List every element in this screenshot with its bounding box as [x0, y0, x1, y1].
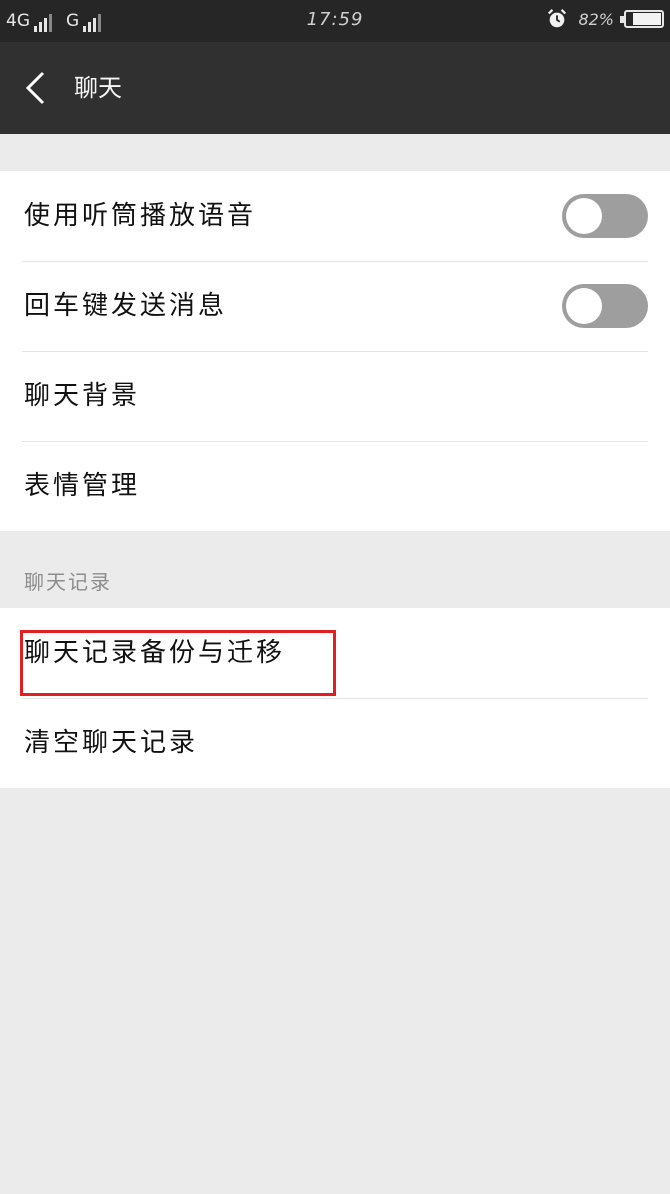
chevron-left-icon: [25, 71, 45, 105]
battery-percent: 82%: [578, 9, 614, 29]
enter-send-toggle[interactable]: [562, 284, 648, 328]
battery-icon: [620, 10, 664, 28]
alarm-clock-icon: [548, 9, 567, 28]
item-label: 聊天背景: [24, 381, 141, 411]
back-button[interactable]: [10, 62, 60, 114]
item-label: 使用听筒播放语音: [24, 201, 257, 231]
status-right: 82%: [546, 8, 664, 30]
title-bar: 聊天: [0, 42, 670, 134]
settings-item-enter-send[interactable]: 回车键发送消息: [0, 261, 670, 351]
settings-item-sticker-management[interactable]: 表情管理: [0, 441, 670, 531]
item-label: 表情管理: [24, 471, 141, 501]
item-label: 回车键发送消息: [24, 291, 228, 321]
item-label: 清空聊天记录: [24, 728, 199, 758]
highlight-annotation: [20, 630, 336, 696]
section-header-chat-history: 聊天记录: [24, 570, 112, 594]
settings-item-chat-background[interactable]: 聊天背景: [0, 351, 670, 441]
settings-item-earpiece[interactable]: 使用听筒播放语音: [0, 171, 670, 261]
general-settings-section: 使用听筒播放语音 回车键发送消息 聊天背景 表情管理: [0, 171, 670, 531]
page-title: 聊天: [74, 74, 122, 102]
earpiece-toggle[interactable]: [562, 194, 648, 238]
settings-item-clear-history[interactable]: 清空聊天记录: [0, 698, 670, 788]
chat-settings-screen: 4G G 17:59 82% 聊天 使用听筒播放语音 回车键发送消息 聊天背景 …: [0, 0, 670, 1194]
status-bar: 4G G 17:59 82%: [0, 0, 670, 42]
